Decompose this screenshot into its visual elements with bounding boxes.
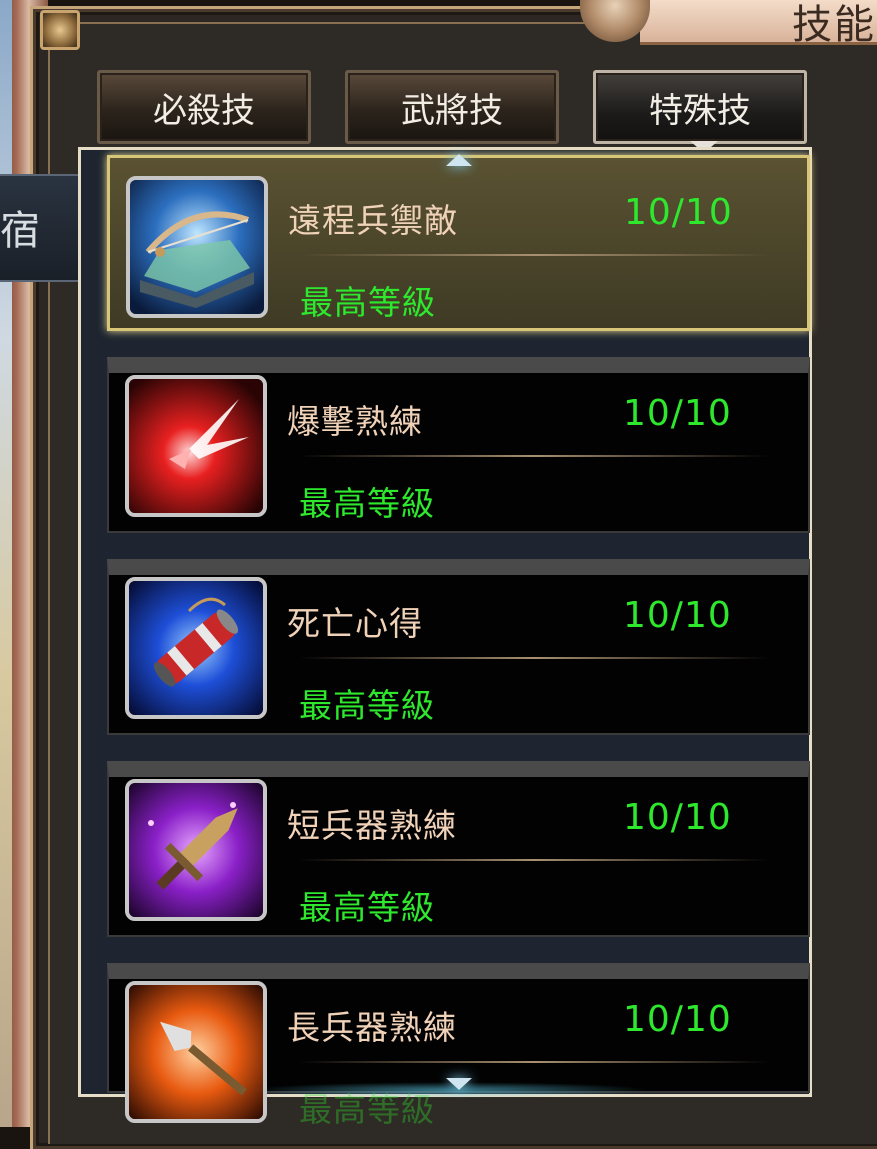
- divider: [300, 254, 770, 256]
- scroll-down-arrow-icon[interactable]: [446, 1078, 472, 1090]
- corner-ornament-icon: [40, 10, 80, 50]
- skill-status: 最高等級: [300, 283, 436, 322]
- divider: [299, 859, 769, 861]
- skill-status: 最高等級: [299, 888, 435, 927]
- dagger-icon: [125, 779, 267, 921]
- skill-level: 10/10: [624, 192, 733, 233]
- skill-name: 長兵器熟練: [287, 1008, 457, 1047]
- scroll-icon: [125, 577, 267, 719]
- tab-special[interactable]: 特殊技: [593, 70, 807, 144]
- divider: [299, 455, 769, 457]
- skill-name: 死亡心得: [287, 604, 423, 643]
- skill-row[interactable]: 短兵器熟練 10/10 最高等級: [107, 761, 810, 937]
- tab-general[interactable]: 武將技: [345, 70, 559, 144]
- divider: [299, 1061, 769, 1063]
- tab-label: 武將技: [401, 90, 503, 131]
- spear-icon: [125, 981, 267, 1123]
- skill-level: 10/10: [623, 595, 732, 636]
- tab-label: 必殺技: [153, 90, 255, 131]
- skill-name: 爆擊熟練: [287, 402, 423, 441]
- skill-row[interactable]: 爆擊熟練 10/10 最高等級: [107, 357, 810, 533]
- tab-ultimate[interactable]: 必殺技: [97, 70, 311, 144]
- side-tab-label: 宿: [0, 208, 40, 254]
- skill-name: 遠程兵禦敵: [288, 201, 458, 240]
- window-title: 技能: [792, 2, 876, 48]
- skill-row[interactable]: 死亡心得 10/10 最高等級: [107, 559, 810, 735]
- skill-status: 最高等級: [299, 686, 435, 725]
- skill-level: 10/10: [623, 999, 732, 1040]
- skill-name: 短兵器熟練: [287, 806, 457, 845]
- skill-row[interactable]: 遠程兵禦敵 10/10 最高等級: [107, 155, 810, 331]
- skill-row[interactable]: 長兵器熟練 10/10 最高等級: [107, 963, 810, 1129]
- skill-level: 10/10: [623, 797, 732, 838]
- divider: [299, 657, 769, 659]
- skill-level: 10/10: [623, 393, 732, 434]
- bow-book-icon: [126, 176, 268, 318]
- critical-burst-icon: [125, 375, 267, 517]
- skill-status: 最高等級: [299, 484, 435, 523]
- tab-label: 特殊技: [649, 90, 751, 131]
- background-strip: [0, 0, 12, 1127]
- scroll-up-arrow-icon[interactable]: [446, 154, 472, 166]
